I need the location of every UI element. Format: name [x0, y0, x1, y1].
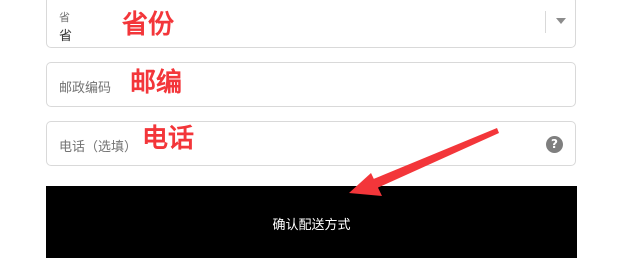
help-icon[interactable]: ? [546, 136, 563, 153]
chevron-down-icon[interactable] [556, 18, 566, 24]
province-value: 省 [59, 29, 73, 44]
confirm-shipping-button[interactable]: 确认配送方式 [46, 186, 577, 258]
annotation-postal: 邮编 [130, 68, 183, 98]
postal-code-placeholder: 邮政编码 [59, 81, 112, 96]
select-divider [545, 11, 546, 33]
annotation-province: 省份 [122, 10, 175, 40]
phone-input[interactable]: 电话（选填） ? [46, 121, 576, 166]
checkout-address-form: 省 省 邮政编码 电话（选填） ? 省份 邮编 电话 确认配送方式 [0, 0, 624, 258]
annotation-phone: 电话 [142, 124, 195, 154]
postal-code-input[interactable]: 邮政编码 [46, 62, 576, 107]
province-label: 省 [59, 11, 70, 24]
phone-placeholder: 电话（选填） [59, 140, 138, 155]
confirm-shipping-label: 确认配送方式 [272, 218, 351, 233]
